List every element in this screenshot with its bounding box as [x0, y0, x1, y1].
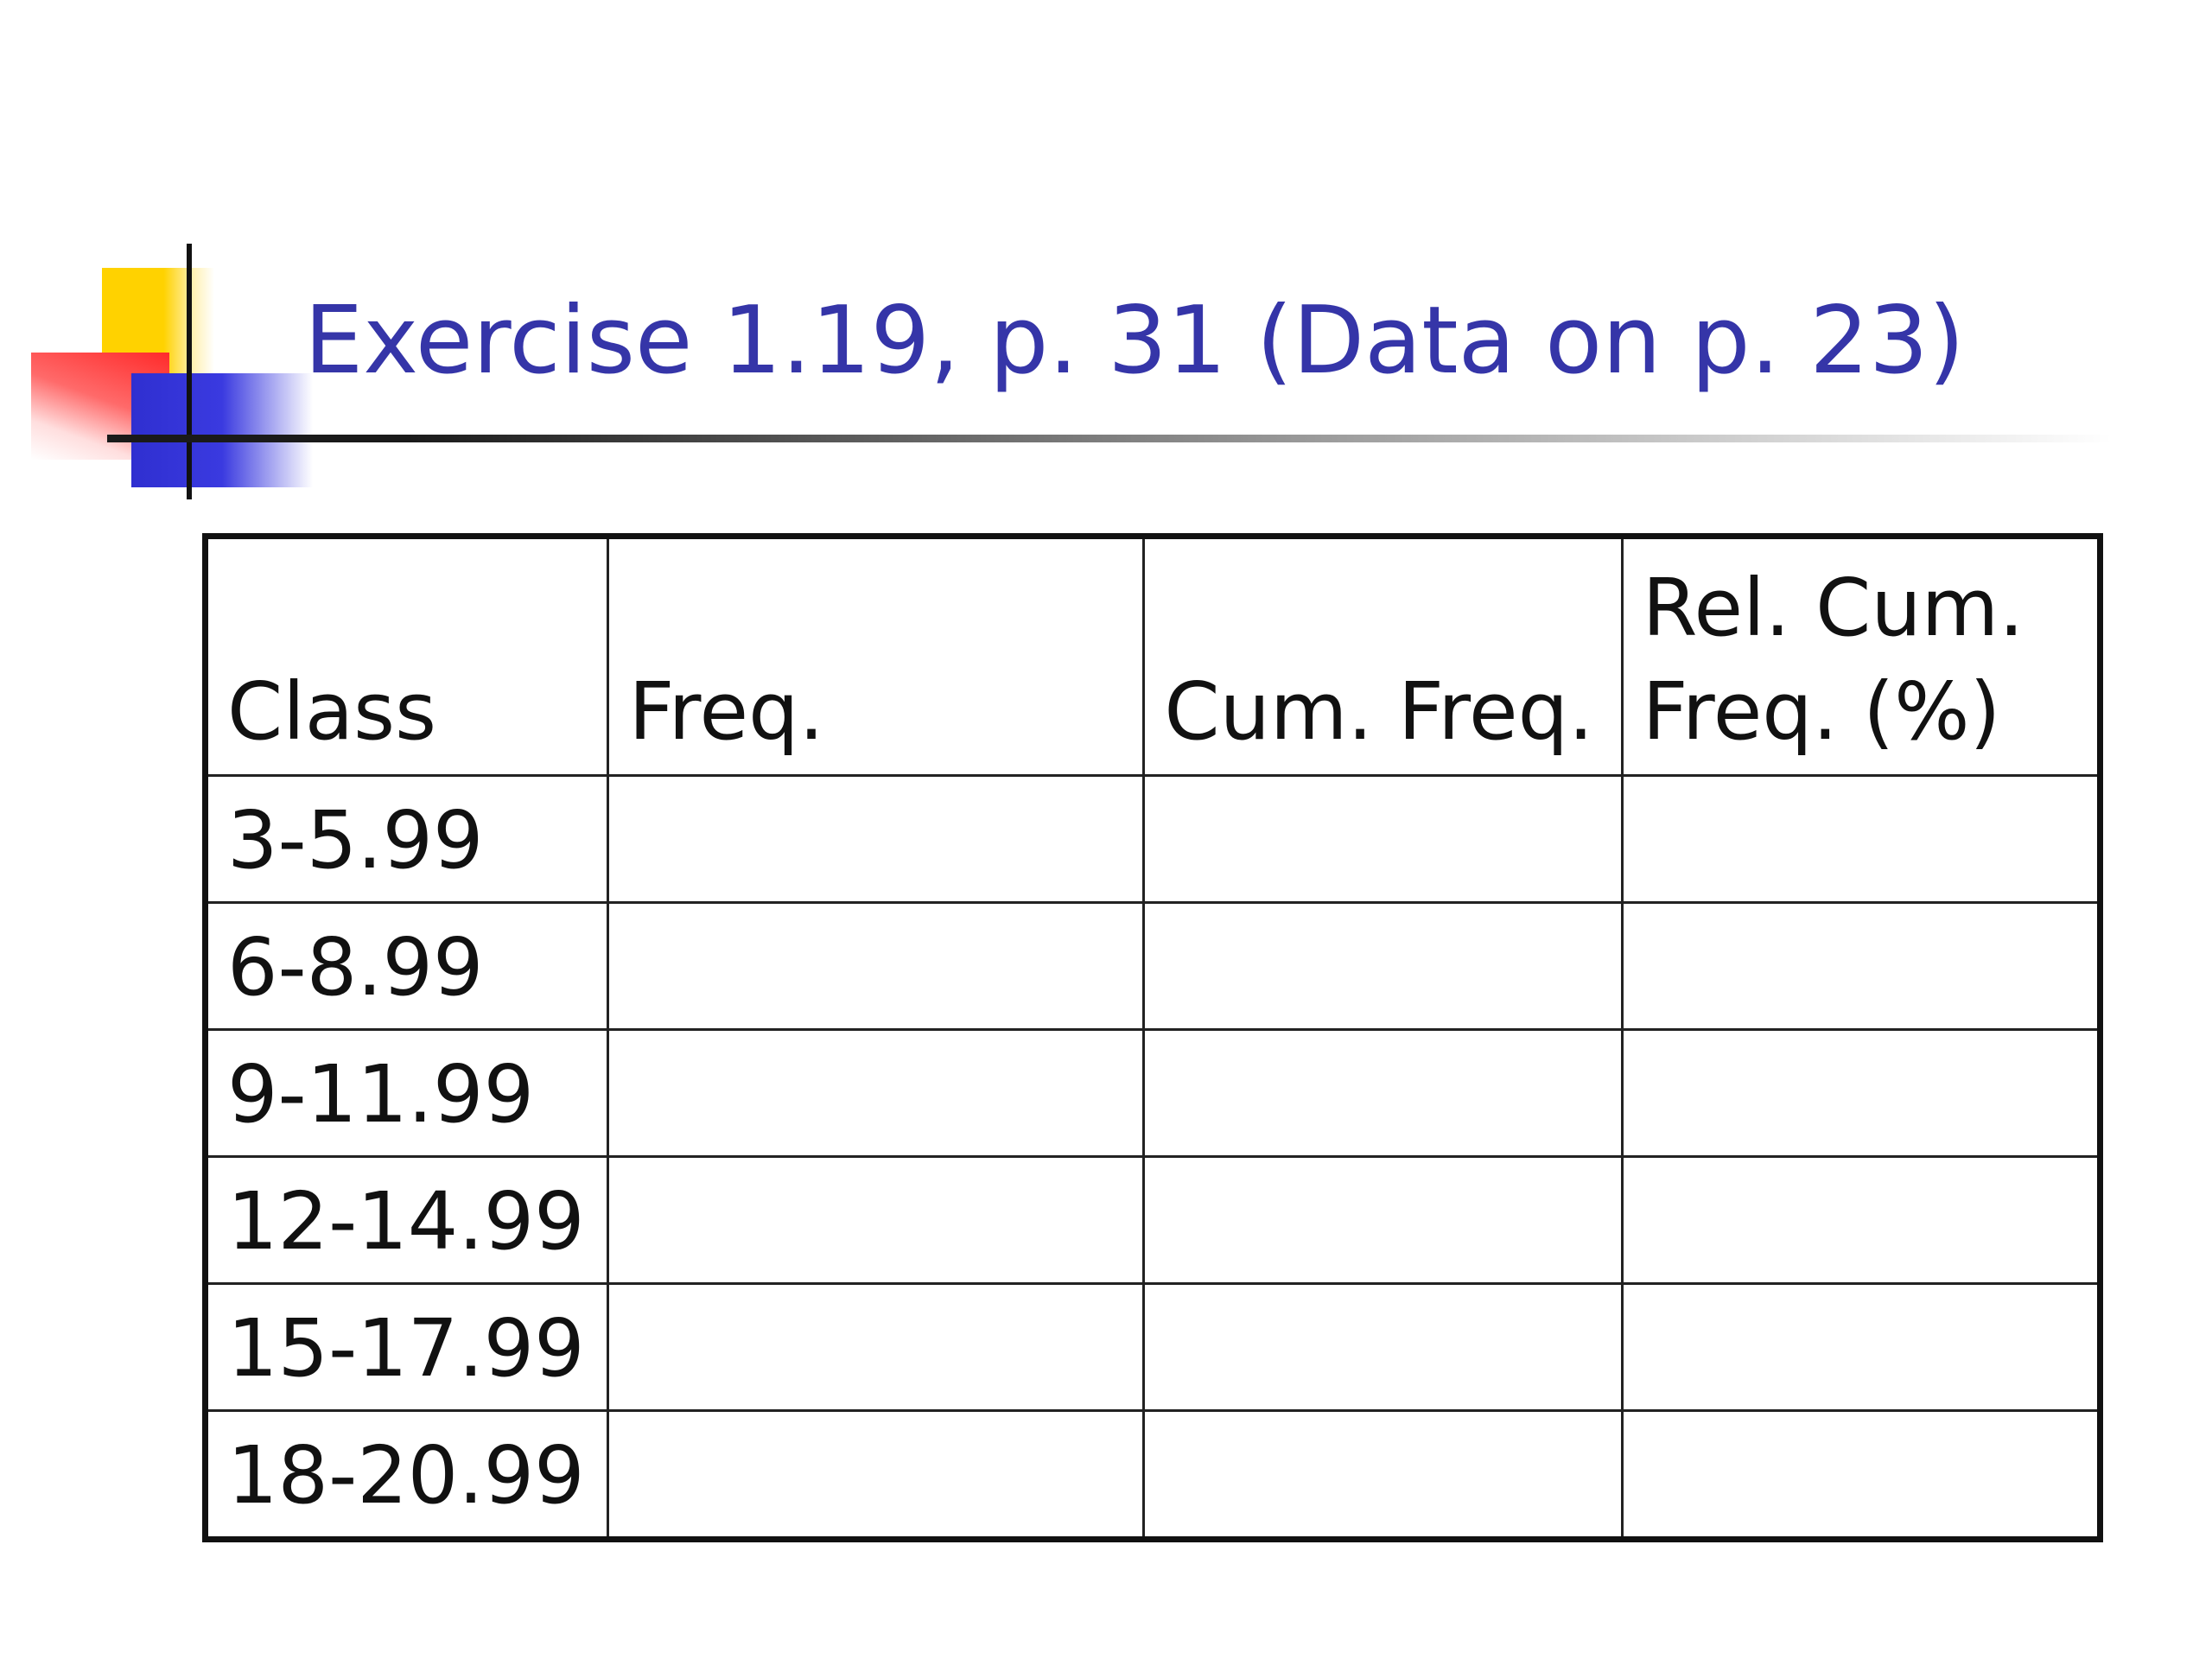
cum-freq-cell [1142, 1028, 1624, 1158]
header-rel-cum-freq: Rel. Cum. Freq. (%) [1620, 535, 2102, 777]
class-cell: 9-11.99 [203, 1028, 610, 1158]
rel-cum-freq-cell [1620, 1282, 2102, 1412]
class-cell: 3-5.99 [203, 774, 610, 904]
freq-cell [607, 1409, 1146, 1541]
freq-cell [607, 1155, 1146, 1285]
header-freq: Freq. [607, 535, 1146, 777]
class-cell: 12-14.99 [203, 1155, 610, 1285]
slide-title: Exercise 1.19, p. 31 (Data on p. 23) [304, 287, 1965, 395]
rel-cum-freq-cell [1620, 1028, 2102, 1158]
table-row: 6-8.99 [203, 901, 2102, 1031]
rel-cum-freq-cell [1620, 1409, 2102, 1541]
header-cum-freq: Cum. Freq. [1142, 535, 1624, 777]
rel-cum-freq-cell [1620, 774, 2102, 904]
logo-vertical-line [187, 244, 192, 499]
class-cell: 15-17.99 [203, 1282, 610, 1412]
rel-cum-freq-cell [1620, 1155, 2102, 1285]
table-row: 12-14.99 [203, 1155, 2102, 1285]
table-row: 15-17.99 [203, 1282, 2102, 1412]
cum-freq-cell [1142, 1282, 1624, 1412]
cum-freq-cell [1142, 1155, 1624, 1285]
table-row: 18-20.99 [203, 1409, 2102, 1541]
freq-cell [607, 774, 1146, 904]
cum-freq-cell [1142, 901, 1624, 1031]
cum-freq-cell [1142, 774, 1624, 904]
header-class: Class [203, 535, 610, 777]
class-cell: 6-8.99 [203, 901, 610, 1031]
freq-cell [607, 1028, 1146, 1158]
rel-cum-freq-cell [1620, 901, 2102, 1031]
logo-blue-square [131, 373, 313, 487]
freq-cell [607, 901, 1146, 1031]
table-header-row: Class Freq. Cum. Freq. Rel. Cum. Freq. (… [203, 535, 2102, 777]
table-row: 3-5.99 [203, 774, 2102, 904]
frequency-table: Class Freq. Cum. Freq. Rel. Cum. Freq. (… [202, 533, 2103, 1542]
title-underline [107, 435, 2112, 442]
table-row: 9-11.99 [203, 1028, 2102, 1158]
cum-freq-cell [1142, 1409, 1624, 1541]
class-cell: 18-20.99 [203, 1409, 610, 1541]
freq-cell [607, 1282, 1146, 1412]
